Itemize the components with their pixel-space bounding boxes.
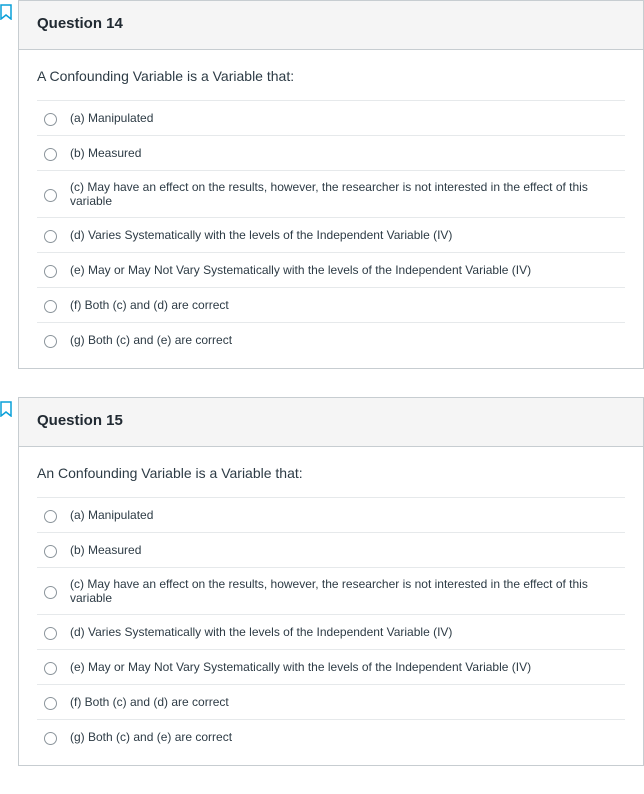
option-row[interactable]: (f) Both (c) and (d) are correct [37,685,625,720]
question-card: Question 15 An Confounding Variable is a… [18,397,644,766]
option-label: (g) Both (c) and (e) are correct [70,333,232,347]
option-label: (c) May have an effect on the results, h… [70,180,623,208]
option-label: (d) Varies Systematically with the level… [70,228,452,242]
option-radio[interactable] [44,113,57,126]
option-row[interactable]: (b) Measured [37,136,625,171]
option-label: (a) Manipulated [70,111,153,125]
option-row[interactable]: (g) Both (c) and (e) are correct [37,720,625,759]
option-row[interactable]: (d) Varies Systematically with the level… [37,615,625,650]
option-row[interactable]: (c) May have an effect on the results, h… [37,568,625,615]
option-radio[interactable] [44,697,57,710]
option-radio[interactable] [44,265,57,278]
option-label: (c) May have an effect on the results, h… [70,577,623,605]
option-label: (g) Both (c) and (e) are correct [70,730,232,744]
option-label: (f) Both (c) and (d) are correct [70,298,229,312]
option-radio[interactable] [44,189,57,202]
option-radio[interactable] [44,300,57,313]
option-radio[interactable] [44,230,57,243]
option-radio[interactable] [44,148,57,161]
question-title: Question 15 [37,412,123,429]
question-block-15: Question 15 An Confounding Variable is a… [0,397,644,766]
option-radio[interactable] [44,732,57,745]
option-radio[interactable] [44,586,57,599]
option-label: (b) Measured [70,543,141,557]
question-card: Question 14 A Confounding Variable is a … [18,0,644,369]
question-prompt: An Confounding Variable is a Variable th… [37,463,625,497]
question-prompt: A Confounding Variable is a Variable tha… [37,66,625,100]
options-list: (a) Manipulated (b) Measured (c) May hav… [37,100,625,362]
bookmark-icon[interactable] [0,401,14,417]
option-row[interactable]: (e) May or May Not Vary Systematically w… [37,253,625,288]
option-label: (d) Varies Systematically with the level… [70,625,452,639]
option-row[interactable]: (a) Manipulated [37,498,625,533]
options-list: (a) Manipulated (b) Measured (c) May hav… [37,497,625,759]
option-row[interactable]: (d) Varies Systematically with the level… [37,218,625,253]
bookmark-icon[interactable] [0,4,14,20]
option-row[interactable]: (g) Both (c) and (e) are correct [37,323,625,362]
option-label: (b) Measured [70,146,141,160]
question-body: An Confounding Variable is a Variable th… [19,447,643,765]
option-radio[interactable] [44,510,57,523]
question-title: Question 14 [37,15,123,32]
option-label: (e) May or May Not Vary Systematically w… [70,660,531,674]
option-radio[interactable] [44,627,57,640]
option-row[interactable]: (f) Both (c) and (d) are correct [37,288,625,323]
option-radio[interactable] [44,335,57,348]
question-header: Question 14 [19,1,643,50]
option-label: (a) Manipulated [70,508,153,522]
option-radio[interactable] [44,545,57,558]
option-label: (e) May or May Not Vary Systematically w… [70,263,531,277]
question-header: Question 15 [19,398,643,447]
option-row[interactable]: (a) Manipulated [37,101,625,136]
question-block-14: Question 14 A Confounding Variable is a … [0,0,644,369]
option-radio[interactable] [44,662,57,675]
option-label: (f) Both (c) and (d) are correct [70,695,229,709]
option-row[interactable]: (e) May or May Not Vary Systematically w… [37,650,625,685]
question-body: A Confounding Variable is a Variable tha… [19,50,643,368]
option-row[interactable]: (b) Measured [37,533,625,568]
option-row[interactable]: (c) May have an effect on the results, h… [37,171,625,218]
